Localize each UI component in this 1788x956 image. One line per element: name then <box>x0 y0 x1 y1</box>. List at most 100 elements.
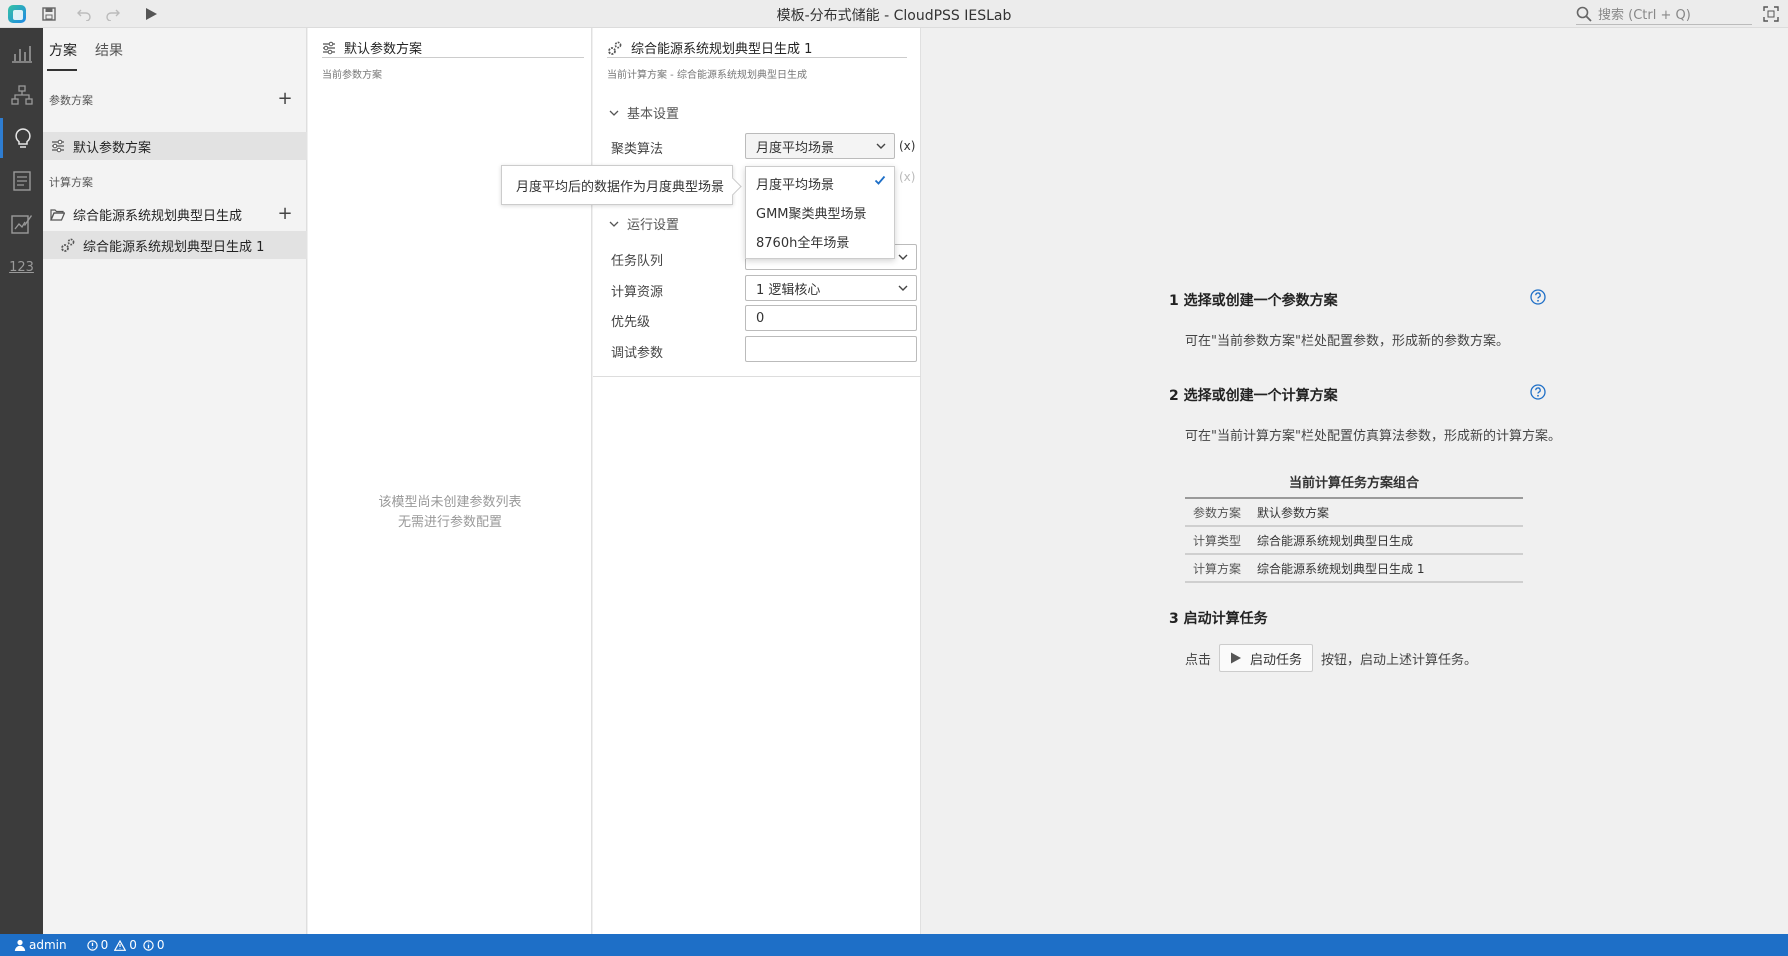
chevron-down-icon <box>898 254 908 260</box>
run-settings-group[interactable]: 运行设置 <box>609 214 679 233</box>
combo-table-title: 当前计算任务方案组合 <box>1288 476 1419 491</box>
compute-panel: 综合能源系统规划典型日生成 1 当前计算方案 - 综合能源系统规划典型日生成 基… <box>593 28 921 934</box>
add-param-scheme-icon[interactable]: + <box>277 90 293 108</box>
chevron-down-icon <box>898 285 908 291</box>
compute-panel-subtitle: 当前计算方案 - 综合能源系统规划典型日生成 <box>607 70 807 81</box>
info-count-value: 0 <box>156 938 165 952</box>
sliders-icon <box>52 139 64 153</box>
priority-input[interactable]: 0 <box>745 305 917 331</box>
error-count[interactable]: 0 <box>86 938 109 952</box>
combo-table: 参数方案 默认参数方案 计算类型 综合能源系统规划典型日生成 计算方案 综合能源… <box>1185 497 1523 583</box>
priority-label: 优先级 <box>611 315 651 330</box>
compute-panel-header: 综合能源系统规划典型日生成 1 <box>607 38 907 58</box>
compute-panel-title: 综合能源系统规划典型日生成 1 <box>631 42 813 57</box>
step2-desc: 可在"当前计算方案"栏处配置仿真算法参数，形成新的计算方案。 <box>1185 429 1561 444</box>
chevron-down-icon <box>609 221 619 227</box>
chart-icon[interactable] <box>0 33 43 73</box>
step3-desc: 点击 启动任务 按钮，启动上述计算任务。 <box>1185 644 1477 672</box>
fullscreen-icon[interactable] <box>1762 5 1780 23</box>
cluster-algorithm-dropdown: 月度平均场景 GMM聚类典型场景 8760h全年场景 <box>745 166 895 259</box>
chevron-down-icon <box>609 110 619 116</box>
sidebar-item-label: 默认参数方案 <box>73 140 152 156</box>
param-section-title: 参数方案 <box>49 94 93 107</box>
start-task-button[interactable]: 启动任务 <box>1219 644 1314 672</box>
gears-icon <box>61 238 75 252</box>
user-icon <box>14 939 26 951</box>
compute-resource-select[interactable]: 1 逻辑核心 <box>745 275 917 301</box>
empty-line-1: 该模型尚未创建参数列表 <box>378 495 522 510</box>
combo-key: 计算方案 <box>1185 554 1249 583</box>
sidebar-item-default-param[interactable]: 默认参数方案 <box>43 132 307 160</box>
compute-divider <box>593 376 921 377</box>
window-title: 模板-分布式储能 - CloudPSS IESLab <box>776 8 1012 24</box>
info-count[interactable]: 0 <box>143 938 165 952</box>
error-count-value: 0 <box>100 938 109 952</box>
tab-results[interactable]: 结果 <box>95 40 123 60</box>
step2-title: 2 选择或创建一个计算方案 <box>1169 388 1338 404</box>
step3-title: 3 启动计算任务 <box>1169 611 1268 627</box>
title-bar: 模板-分布式储能 - CloudPSS IESLab 搜索 (Ctrl + Q) <box>0 0 1788 28</box>
combo-key: 参数方案 <box>1185 497 1249 527</box>
check-icon <box>874 175 886 185</box>
step1-title: 1 选择或创建一个参数方案 <box>1169 293 1338 309</box>
table-row: 计算方案 综合能源系统规划典型日生成 1 <box>1185 554 1523 583</box>
warning-count[interactable]: 0 <box>114 938 137 952</box>
step3-suffix: 按钮，启动上述计算任务。 <box>1321 652 1478 668</box>
debug-params-label: 调试参数 <box>611 346 664 361</box>
numeric-icon[interactable]: 123 <box>0 247 43 287</box>
compute-resource-label: 计算资源 <box>611 285 664 300</box>
basic-settings-group[interactable]: 基本设置 <box>609 103 679 122</box>
step3-prefix: 点击 <box>1185 652 1212 668</box>
cluster-algorithm-select[interactable]: 月度平均场景 <box>745 133 895 159</box>
option-tooltip-text: 月度平均后的数据作为月度典型场景 <box>516 179 725 195</box>
help-icon[interactable] <box>1530 384 1546 400</box>
table-row: 计算类型 综合能源系统规划典型日生成 <box>1185 526 1523 555</box>
activity-bar: 123 <box>0 28 43 934</box>
scheme-sidebar: 方案 结果 参数方案 + 默认参数方案 计算方案 综合能源系统规划典型日生成 +… <box>43 28 307 934</box>
sidebar-folder-compute[interactable]: 综合能源系统规划典型日生成 <box>43 200 307 228</box>
sliders-icon <box>323 41 335 54</box>
gears-icon <box>608 41 622 55</box>
cluster-algorithm-value: 月度平均场景 <box>756 140 835 156</box>
step1-desc: 可在"当前参数方案"栏处配置参数，形成新的参数方案。 <box>1185 334 1509 349</box>
sidebar-item-compute-1[interactable]: 综合能源系统规划典型日生成 1 <box>43 231 307 259</box>
list-icon[interactable] <box>0 161 43 201</box>
help-icon[interactable] <box>1530 289 1546 305</box>
tab-scheme[interactable]: 方案 <box>49 40 77 60</box>
edit-chart-icon[interactable] <box>0 204 43 244</box>
add-compute-scheme-icon[interactable]: + <box>277 205 293 223</box>
dropdown-option-monthly[interactable]: 月度平均场景 <box>756 174 834 193</box>
dropdown-option-8760h[interactable]: 8760h全年场景 <box>756 232 849 251</box>
basic-settings-label: 基本设置 <box>627 107 680 122</box>
run-settings-label: 运行设置 <box>627 218 680 233</box>
active-tab-indicator <box>47 69 77 71</box>
cluster-expression-button[interactable]: (x) <box>899 139 915 153</box>
play-icon <box>1231 652 1242 664</box>
topology-icon[interactable] <box>0 75 43 115</box>
search-icon <box>1576 6 1592 22</box>
sidebar-item-label: 综合能源系统规划典型日生成 1 <box>83 239 265 255</box>
search-input[interactable]: 搜索 (Ctrl + Q) <box>1576 3 1752 25</box>
param-empty-message: 该模型尚未创建参数列表 无需进行参数配置 <box>308 493 592 533</box>
combo-key: 计算类型 <box>1185 526 1249 555</box>
param-panel-title: 默认参数方案 <box>344 42 423 57</box>
warning-icon <box>114 939 127 951</box>
task-queue-label: 任务队列 <box>611 254 664 269</box>
cluster-algorithm-label: 聚类算法 <box>611 142 664 157</box>
info-icon <box>143 939 154 951</box>
combo-value: 综合能源系统规划典型日生成 1 <box>1249 554 1523 583</box>
status-bar: admin 0 0 0 <box>0 934 1788 956</box>
option-tooltip: 月度平均后的数据作为月度典型场景 <box>501 165 733 205</box>
chevron-down-icon <box>876 143 886 149</box>
dropdown-option-gmm[interactable]: GMM聚类典型场景 <box>756 203 867 222</box>
combo-value: 默认参数方案 <box>1249 497 1523 527</box>
start-task-label: 启动任务 <box>1250 652 1303 668</box>
param-panel-subtitle: 当前参数方案 <box>322 70 382 81</box>
second-expression-button[interactable]: (x) <box>899 170 915 184</box>
compute-section-title: 计算方案 <box>49 176 93 189</box>
warning-count-value: 0 <box>129 938 137 952</box>
lightbulb-icon[interactable] <box>0 118 43 158</box>
debug-params-input[interactable] <box>745 336 917 362</box>
user-status[interactable]: admin <box>14 938 67 952</box>
guide-panel: 1 选择或创建一个参数方案 可在"当前参数方案"栏处配置参数，形成新的参数方案。… <box>922 28 1788 934</box>
